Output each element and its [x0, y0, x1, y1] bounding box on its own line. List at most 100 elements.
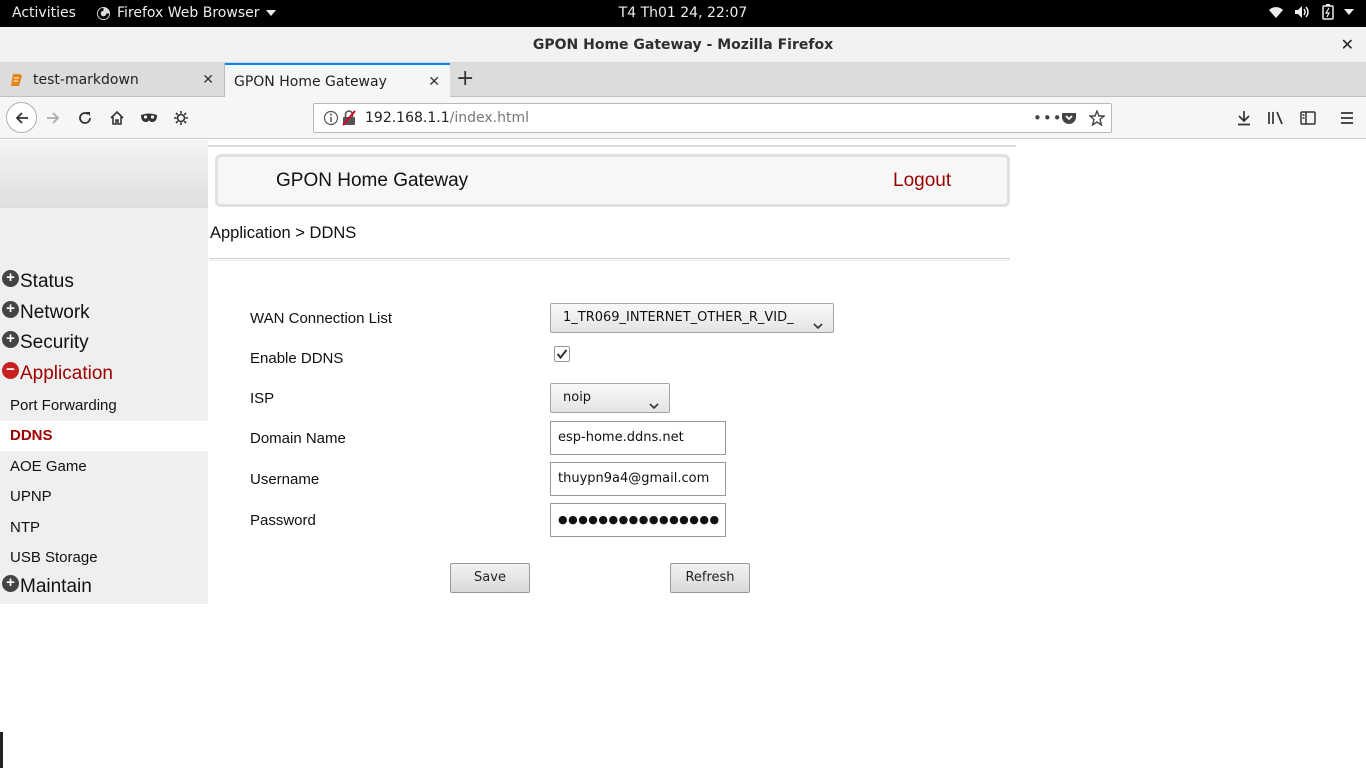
- app-menu[interactable]: Firefox Web Browser: [96, 5, 276, 21]
- tab-gpon-home-gateway[interactable]: GPON Home Gateway ✕: [225, 63, 450, 98]
- battery-icon: [1322, 4, 1334, 20]
- password-input[interactable]: ●●●●●●●●●●●●●●●●: [550, 503, 726, 537]
- new-tab-button[interactable]: +: [456, 68, 474, 90]
- url-host: 192.168.1.1: [365, 110, 450, 126]
- power-menu-caret-icon: [1344, 8, 1354, 16]
- window-title: GPON Home Gateway - Mozilla Firefox: [532, 37, 834, 53]
- sidebar-toggle-button[interactable]: [1296, 106, 1320, 130]
- window-close-button[interactable]: ✕: [1341, 35, 1354, 54]
- home-icon: [110, 110, 124, 125]
- gear-icon: [174, 111, 188, 125]
- library-button[interactable]: [1264, 106, 1288, 130]
- markdown-doc-icon: [10, 73, 24, 87]
- gateway-title: GPON Home Gateway: [276, 170, 469, 191]
- divider: [210, 258, 1010, 261]
- caret-down-icon: [265, 9, 276, 17]
- page-actions-icon[interactable]: •••: [1033, 109, 1063, 127]
- navigation-toolbar: 192.168.1.1/index.html •••: [0, 97, 1366, 139]
- header-top-strip: [208, 145, 1016, 147]
- close-tab-icon[interactable]: ✕: [428, 74, 440, 90]
- menu-maintain-label: Maintain: [20, 576, 92, 597]
- reload-icon: [79, 112, 91, 124]
- url-text[interactable]: 192.168.1.1/index.html: [365, 110, 529, 126]
- router-sidebar: + Status + Network + Security − Applicat…: [0, 140, 208, 604]
- private-mask-button[interactable]: [137, 106, 161, 130]
- url-path: /index.html: [449, 110, 529, 126]
- expand-plus-icon: +: [2, 574, 19, 592]
- submenu-ddns[interactable]: DDNS: [0, 421, 208, 451]
- menu-application[interactable]: − Application: [0, 361, 113, 385]
- menu-network-label: Network: [20, 302, 90, 323]
- logout-link[interactable]: Logout: [893, 170, 951, 192]
- web-page: + Status + Network + Security − Applicat…: [0, 140, 1366, 768]
- enable-ddns-checkbox[interactable]: [554, 346, 570, 362]
- wifi-icon: [1268, 5, 1284, 19]
- menu-application-label: Application: [20, 363, 113, 384]
- expand-plus-icon: +: [2, 330, 19, 348]
- refresh-button[interactable]: Refresh: [670, 563, 750, 593]
- username-label: Username: [250, 471, 320, 488]
- wan-connection-label: WAN Connection List: [250, 310, 393, 327]
- submenu-upnp[interactable]: UPNP: [0, 482, 208, 512]
- forward-arrow-icon: [47, 112, 60, 124]
- sidebar-logo-area: [0, 140, 208, 208]
- save-button[interactable]: Save: [450, 563, 530, 593]
- isp-select[interactable]: noip: [550, 383, 670, 413]
- address-bar[interactable]: 192.168.1.1/index.html •••: [313, 103, 1112, 133]
- pocket-icon[interactable]: [1061, 110, 1077, 130]
- enable-ddns-label: Enable DDNS: [250, 350, 344, 367]
- hamburger-menu-button[interactable]: [1335, 106, 1359, 130]
- expand-plus-icon: +: [2, 300, 19, 318]
- download-icon: [1238, 111, 1250, 126]
- downloads-button[interactable]: [1232, 106, 1256, 130]
- gateway-header: GPON Home Gateway Logout: [215, 154, 1010, 207]
- domain-name-label: Domain Name: [250, 430, 346, 447]
- menu-maintain[interactable]: + Maintain: [0, 574, 92, 598]
- gnome-top-bar: Activities Firefox Web Browser T4 Th01 2…: [0, 0, 1366, 27]
- volume-icon: [1294, 5, 1312, 19]
- sidebar-icon: [1300, 111, 1316, 125]
- window-titlebar: GPON Home Gateway - Mozilla Firefox ✕: [0, 27, 1366, 63]
- back-button[interactable]: [6, 102, 37, 133]
- mask-icon: [141, 113, 157, 122]
- close-tab-icon[interactable]: ✕: [202, 72, 214, 88]
- password-label: Password: [250, 512, 316, 529]
- expand-plus-icon: +: [2, 269, 19, 287]
- menu-network[interactable]: + Network: [0, 300, 90, 324]
- menu-status-label: Status: [20, 271, 74, 292]
- breadcrumb: Application > DDNS: [210, 224, 357, 242]
- tab-label: GPON Home Gateway: [234, 73, 387, 90]
- window-edge: [0, 732, 3, 768]
- menu-security-label: Security: [20, 332, 89, 353]
- home-button[interactable]: [105, 106, 129, 130]
- insecure-lock-icon[interactable]: [342, 110, 356, 130]
- menu-status[interactable]: + Status: [0, 269, 74, 293]
- submenu-ntp[interactable]: NTP: [0, 513, 208, 543]
- forward-button[interactable]: [41, 106, 65, 130]
- back-arrow-icon: [15, 111, 28, 124]
- domain-name-input[interactable]: esp-home.ddns.net: [550, 421, 726, 455]
- tab-test-markdown[interactable]: test-markdown ✕: [0, 63, 225, 97]
- activities-button[interactable]: Activities: [12, 5, 76, 21]
- tab-strip: test-markdown ✕ GPON Home Gateway ✕ +: [0, 63, 1366, 98]
- submenu-port-forwarding[interactable]: Port Forwarding: [0, 391, 208, 421]
- chevron-down-icon: [813, 313, 823, 341]
- app-menu-label: Firefox Web Browser: [117, 5, 260, 21]
- library-icon: [1268, 111, 1283, 125]
- settings-button[interactable]: [169, 106, 193, 130]
- wan-connection-select[interactable]: 1_TR069_INTERNET_OTHER_R_VID_: [550, 303, 834, 333]
- submenu-aoe-game[interactable]: AOE Game: [0, 452, 208, 482]
- checkmark-icon: [556, 349, 568, 360]
- submenu-usb-storage[interactable]: USB Storage: [0, 543, 208, 573]
- bookmark-star-icon[interactable]: [1088, 109, 1106, 130]
- isp-label: ISP: [250, 390, 275, 407]
- menu-security[interactable]: + Security: [0, 330, 89, 354]
- wan-connection-value: 1_TR069_INTERNET_OTHER_R_VID_: [563, 310, 794, 325]
- collapse-minus-icon: −: [2, 361, 19, 379]
- hamburger-icon: [1341, 112, 1353, 124]
- tab-label: test-markdown: [33, 72, 139, 88]
- system-tray[interactable]: [1268, 4, 1354, 20]
- username-input[interactable]: thuypn9a4@gmail.com: [550, 462, 726, 496]
- site-info-icon[interactable]: [323, 110, 339, 130]
- reload-button[interactable]: [73, 106, 97, 130]
